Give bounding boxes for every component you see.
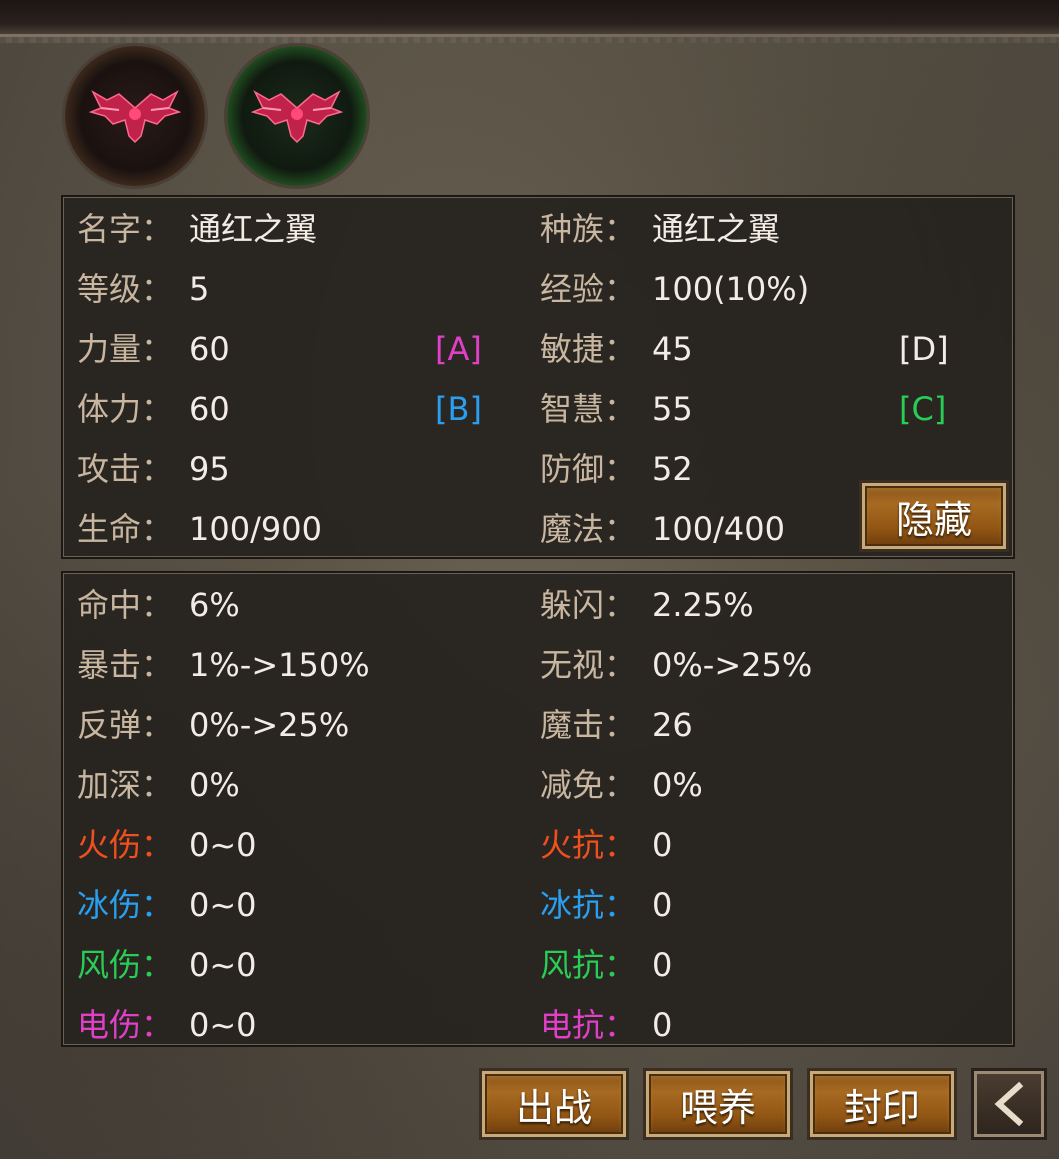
stat-label: 加深： (77, 766, 174, 804)
stat-label: 智慧： (540, 390, 637, 428)
stat-value: 6% (189, 586, 240, 624)
stat-label: 力量： (77, 330, 174, 368)
stat-label: 魔击： (540, 706, 637, 744)
stat-value: 0 (652, 946, 673, 984)
stat-label: 风伤： (77, 946, 174, 984)
stat-label: 躲闪： (540, 586, 637, 624)
feed-button[interactable]: 喂养 (643, 1068, 793, 1140)
winged-demon-icon (251, 90, 343, 144)
stat-value: 0% (189, 766, 240, 804)
stat-value: 55 (652, 390, 693, 428)
stat-value: 通红之翼 (189, 210, 318, 248)
top-frame-bar (0, 0, 1059, 43)
stat-label: 冰抗： (540, 886, 637, 924)
stat-label: 体力： (77, 390, 174, 428)
stat-label: 暴击： (77, 646, 174, 684)
stat-value: 100(10%) (652, 270, 810, 308)
stat-label: 经验： (540, 270, 637, 308)
stat-value: 100/900 (189, 510, 322, 548)
stat-value: 5 (189, 270, 210, 308)
pet-avatar-2[interactable] (227, 46, 367, 186)
pet-avatar-1[interactable] (65, 46, 205, 186)
stat-label: 防御： (540, 450, 637, 488)
winged-demon-icon (89, 90, 181, 144)
stat-label: 攻击： (77, 450, 174, 488)
stat-label: 风抗： (540, 946, 637, 984)
stat-label: 敏捷： (540, 330, 637, 368)
deploy-button[interactable]: 出战 (479, 1068, 629, 1140)
back-button[interactable] (971, 1068, 1047, 1140)
hide-button[interactable]: 隐藏 (859, 480, 1009, 552)
stat-label: 命中： (77, 586, 174, 624)
stat-label: 无视： (540, 646, 637, 684)
stat-value: 0~0 (189, 946, 257, 984)
advanced-stats-panel: 命中： 6% 躲闪： 2.25% 暴击： 1%->150% 无视： 0%->25… (61, 571, 1015, 1047)
stat-value: 0 (652, 1006, 673, 1044)
stamina-grade-badge: [B] (435, 390, 482, 428)
stat-value: 0% (652, 766, 703, 804)
stat-value: 60 (189, 330, 230, 368)
stat-value: 0~0 (189, 886, 257, 924)
stat-label: 火伤： (77, 826, 174, 864)
stat-value: 95 (189, 450, 230, 488)
stat-label: 反弹： (77, 706, 174, 744)
stat-label: 电伤： (77, 1006, 174, 1044)
stat-value: 45 (652, 330, 693, 368)
wisdom-grade-badge: [C] (899, 390, 947, 428)
seal-button[interactable]: 封印 (807, 1068, 957, 1140)
chevron-left-icon (994, 1082, 1024, 1126)
strength-grade-badge: [A] (435, 330, 482, 368)
stat-label: 等级： (77, 270, 174, 308)
stat-value: 60 (189, 390, 230, 428)
stat-value: 0 (652, 886, 673, 924)
stat-value: 0%->25% (189, 706, 350, 744)
agility-grade-badge: [D] (899, 330, 949, 368)
stat-value: 1%->150% (189, 646, 370, 684)
stat-value: 0%->25% (652, 646, 813, 684)
stat-value: 100/400 (652, 510, 785, 548)
stat-label: 生命： (77, 510, 174, 548)
stat-label: 电抗： (540, 1006, 637, 1044)
stat-value: 0 (652, 826, 673, 864)
stat-label: 火抗： (540, 826, 637, 864)
stat-value: 0~0 (189, 1006, 257, 1044)
stat-label: 减免： (540, 766, 637, 804)
stat-label: 冰伤： (77, 886, 174, 924)
stat-value: 52 (652, 450, 693, 488)
stat-value: 0~0 (189, 826, 257, 864)
stat-label: 名字： (77, 210, 174, 248)
stat-label: 魔法： (540, 510, 637, 548)
stat-value: 通红之翼 (652, 210, 781, 248)
stat-label: 种族： (540, 210, 637, 248)
stat-value: 26 (652, 706, 693, 744)
stat-value: 2.25% (652, 586, 754, 624)
